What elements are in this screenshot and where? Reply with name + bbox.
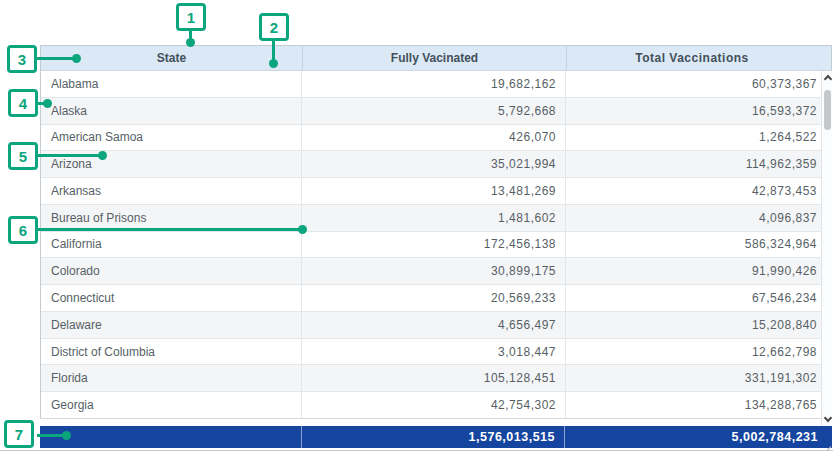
total-vaccinations-cell: 331,191,302 [566, 365, 831, 391]
table-row: Alaska5,792,66816,593,372 [41, 98, 831, 125]
total-vaccinations-cell: 67,546,234 [566, 285, 831, 311]
fully-vacinated-cell: 42,754,302 [302, 392, 566, 418]
state-cell: Alaska [41, 98, 302, 124]
callout-5-dot [98, 151, 107, 160]
total-vaccinations-cell: 4,096,837 [566, 205, 831, 231]
callout-3: 3 [7, 45, 37, 73]
column-header-total-vaccinations[interactable]: Total Vaccinations [566, 46, 831, 70]
state-cell: Arkansas [41, 178, 302, 204]
callout-7: 7 [4, 420, 34, 448]
table-row: Alabama19,682,16260,373,367 [41, 71, 831, 98]
fully-vacinated-cell: 5,792,668 [302, 98, 566, 124]
callout-5-line [38, 154, 103, 157]
callout-2-dot [269, 59, 278, 68]
total-vaccinations-cell: 1,264,522 [566, 125, 831, 151]
scrollbar-thumb[interactable] [824, 90, 831, 130]
scroll-up-icon[interactable] [824, 75, 832, 83]
fully-vacinated-cell: 4,656,497 [302, 312, 566, 338]
total-vaccinations-cell: 12,662,798 [566, 339, 831, 365]
state-cell: Florida [41, 365, 302, 391]
callout-6: 6 [8, 216, 38, 244]
table-row: Arkansas13,481,26942,873,453 [41, 178, 831, 205]
fully-vacinated-cell: 30,899,175 [302, 258, 566, 284]
column-header-fully-vacinated[interactable]: Fully Vacinated [302, 46, 566, 70]
fully-vacinated-cell: 172,456,138 [302, 232, 566, 258]
table-total-row: 1,576,013,515 5,002,784,231 [40, 426, 832, 448]
fully-vacinated-cell: 426,070 [302, 125, 566, 151]
table-row: Georgia42,754,302134,288,765 [41, 392, 831, 418]
vertical-scrollbar[interactable] [821, 71, 832, 426]
state-cell: Colorado [41, 258, 302, 284]
fully-vacinated-cell: 35,021,994 [302, 151, 566, 177]
state-cell: Delaware [41, 312, 302, 338]
table-row: California172,456,138586,324,964 [41, 232, 831, 259]
callout-5: 5 [8, 142, 38, 170]
table-header-row: State Fully Vacinated Total Vaccinations [40, 45, 832, 71]
total-vaccinations-cell: 42,873,453 [566, 178, 831, 204]
total-vaccinations-cell: 91,990,426 [566, 258, 831, 284]
callout-2: 2 [259, 13, 289, 41]
callout-4-dot [43, 99, 52, 108]
callout-6-dot [298, 225, 307, 234]
callout-3-dot [72, 54, 81, 63]
callout-4: 4 [8, 89, 38, 117]
bottom-divider [0, 450, 833, 451]
total-row-state-cell [40, 426, 301, 448]
table-row: American Samoa426,0701,264,522 [41, 125, 831, 152]
fully-vacinated-cell: 3,018,447 [302, 339, 566, 365]
table-row: Colorado30,899,17591,990,426 [41, 258, 831, 285]
total-vaccinations-cell: 15,208,840 [566, 312, 831, 338]
state-cell: California [41, 232, 302, 258]
table-row: Florida105,128,451331,191,302 [41, 365, 831, 392]
fully-vacinated-cell: 13,481,269 [302, 178, 566, 204]
table-row: Delaware4,656,49715,208,840 [41, 312, 831, 339]
fully-vacinated-cell: 19,682,162 [302, 71, 566, 97]
total-vaccinations-cell: 60,373,367 [566, 71, 831, 97]
callout-3-line [37, 57, 77, 60]
table-row: District of Columbia3,018,44712,662,798 [41, 339, 831, 366]
table-row: Arizona35,021,994114,962,359 [41, 151, 831, 178]
fully-vacinated-cell: 20,569,233 [302, 285, 566, 311]
state-cell: Connecticut [41, 285, 302, 311]
callout-6-line [38, 228, 303, 231]
state-cell: American Samoa [41, 125, 302, 151]
total-vaccinations-cell: 114,962,359 [566, 151, 831, 177]
state-cell: District of Columbia [41, 339, 302, 365]
callout-7-dot [62, 431, 71, 440]
state-cell: Bureau of Prisons [41, 205, 302, 231]
callout-1: 1 [176, 3, 206, 31]
total-vaccinations-cell: 586,324,964 [566, 232, 831, 258]
total-row-total-vaccinations: 5,002,784,231 [565, 426, 832, 448]
state-cell: Georgia [41, 392, 302, 418]
total-vaccinations-cell: 16,593,372 [566, 98, 831, 124]
callout-1-dot [186, 38, 195, 47]
fully-vacinated-cell: 1,481,602 [302, 205, 566, 231]
total-vaccinations-cell: 134,288,765 [566, 392, 831, 418]
total-row-fully-vacinated: 1,576,013,515 [301, 426, 565, 448]
scroll-down-icon[interactable] [824, 414, 832, 422]
table-row: Connecticut20,569,23367,546,234 [41, 285, 831, 312]
fully-vacinated-cell: 105,128,451 [302, 365, 566, 391]
table-body: Alabama19,682,16260,373,367Alaska5,792,6… [40, 71, 832, 419]
state-cell: Alabama [41, 71, 302, 97]
